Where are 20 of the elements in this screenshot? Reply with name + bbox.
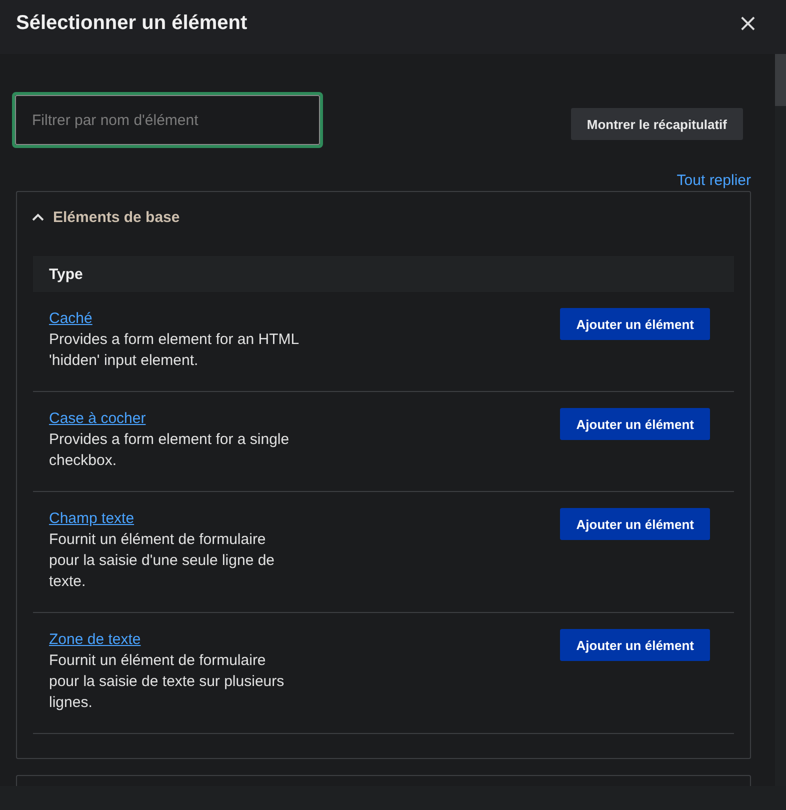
element-description: Provides a form element for an HTML 'hidden' input element. <box>49 330 299 371</box>
element-description: Fournit un élément de formulaire pour la saisie de texte sur plusieurs lignes. <box>49 651 286 713</box>
add-element-button[interactable]: Ajouter un élément <box>560 508 710 540</box>
close-button[interactable]: × <box>734 11 762 35</box>
element-link[interactable]: Case à cocher <box>49 408 146 429</box>
element-link[interactable]: Caché <box>49 308 92 329</box>
filter-field[interactable]: Filtrer par nom d'élément <box>15 95 320 145</box>
column-header: Type <box>49 266 83 282</box>
element-link[interactable]: Champ texte <box>49 508 134 529</box>
show-summary-button[interactable]: Montrer le récapitulatif <box>570 108 743 140</box>
add-element-button[interactable]: Ajouter un élément <box>560 408 710 440</box>
scrollbar-thumb[interactable] <box>775 54 786 106</box>
section-title[interactable]: Eléments de base <box>53 208 180 226</box>
element-description: Fournit un élément de formulaire pour la saisie d'une seule ligne de texte. <box>49 530 276 592</box>
collapse-all-link[interactable]: Tout replier <box>676 172 751 189</box>
add-element-button[interactable]: Ajouter un élément <box>560 308 710 340</box>
add-element-button[interactable]: Ajouter un élément <box>560 629 710 661</box>
dialog-title: Sélectionner un élément <box>16 12 248 36</box>
element-description: Provides a form element for a single checkbox. <box>49 430 290 471</box>
element-link[interactable]: Zone de texte <box>49 629 141 650</box>
